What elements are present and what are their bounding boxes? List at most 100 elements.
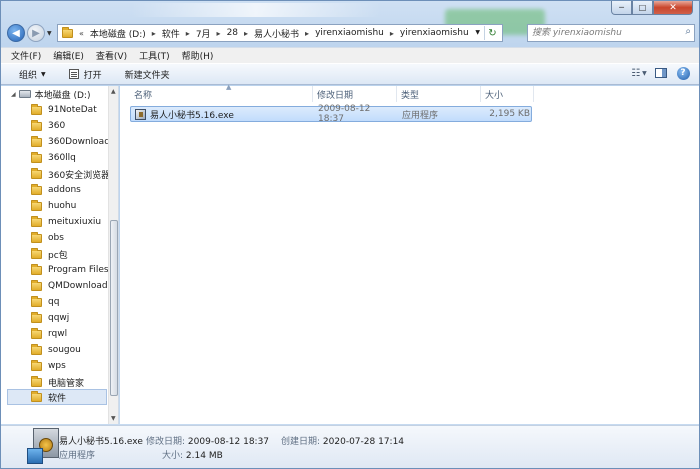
tree-item-folder[interactable]: QMDownload: [31, 278, 108, 294]
folder-icon: [31, 311, 42, 323]
tree-item-label: addons: [48, 185, 81, 195]
menu-help[interactable]: 帮助(H): [176, 49, 220, 62]
new-folder-button[interactable]: 新建文件夹: [111, 64, 179, 84]
column-header-size[interactable]: 大小: [481, 86, 534, 102]
forward-button[interactable]: ▶: [27, 24, 45, 42]
folder-icon: [31, 295, 42, 307]
refresh-button[interactable]: ↻: [484, 26, 500, 40]
details-created: 创建日期: 2020-07-28 17:14: [281, 434, 404, 447]
breadcrumb-separator[interactable]: ▸: [214, 29, 224, 38]
close-button[interactable]: ✕: [653, 1, 693, 15]
folder-icon: [31, 151, 42, 163]
tree-item-folder[interactable]: qq: [31, 294, 59, 310]
column-header-date[interactable]: 修改日期: [313, 86, 397, 102]
organize-button[interactable]: 组织 ▼: [1, 64, 55, 84]
breadcrumb-separator[interactable]: ▸: [183, 29, 193, 38]
tree-item-folder[interactable]: 360llq: [31, 150, 76, 166]
scroll-down-icon[interactable]: ▼: [111, 415, 116, 422]
tree-item-label: QMDownload: [48, 281, 108, 291]
breadcrumb-28[interactable]: 28: [224, 28, 241, 38]
tree-item-folder[interactable]: huohu: [31, 198, 76, 214]
refresh-icon: ↻: [488, 27, 497, 39]
breadcrumb-drive[interactable]: 本地磁盘 (D:): [87, 27, 149, 40]
tree-item-label: 电脑管家: [48, 378, 85, 389]
breadcrumb-software[interactable]: 软件: [159, 27, 183, 40]
address-overflow[interactable]: «: [76, 29, 87, 38]
forward-arrow-icon: ▶: [32, 27, 40, 39]
title-bar[interactable]: ─ □ ✕: [1, 1, 699, 35]
tree-item-label: 360llq: [48, 153, 76, 163]
tree-item-label: 本地磁盘 (D:): [34, 90, 91, 101]
menu-tools[interactable]: 工具(T): [133, 49, 176, 62]
tree-item-folder[interactable]: 360: [31, 118, 65, 134]
tree-item-label: pc包: [48, 250, 68, 261]
tree-item-label: 91NoteDat: [48, 105, 97, 115]
breadcrumb-separator[interactable]: ▸: [149, 29, 159, 38]
navigation-pane[interactable]: ◢ 本地磁盘 (D:) 91NoteDat 360 360Downloads 3…: [1, 86, 119, 424]
open-icon: [68, 69, 79, 79]
tree-item-folder[interactable]: addons: [31, 182, 81, 198]
help-icon: ?: [676, 66, 690, 80]
folder-icon: [31, 343, 42, 355]
search-box[interactable]: ⌕: [527, 24, 695, 42]
breadcrumb-separator[interactable]: ▸: [302, 29, 312, 38]
search-icon[interactable]: ⌕: [685, 26, 691, 37]
tree-item-selected-folder[interactable]: 软件: [7, 389, 107, 405]
file-row[interactable]: 易人小秘书5.16.exe 2009-08-12 18:37 应用程序 2,19…: [130, 104, 532, 124]
tree-item-folder[interactable]: meituxiuxiu: [31, 214, 101, 230]
breadcrumb-separator[interactable]: ▸: [387, 29, 397, 38]
preview-pane-icon: [655, 68, 667, 78]
tree-item-label: wps: [48, 361, 66, 371]
tree-item-folder[interactable]: sougou: [31, 342, 81, 358]
open-button[interactable]: 打开: [55, 64, 111, 84]
collapse-arrow-icon[interactable]: ◢: [11, 91, 16, 98]
sort-ascending-icon: ▲: [226, 83, 232, 91]
column-header-name[interactable]: 名称: [130, 86, 313, 102]
navigation-scrollbar[interactable]: ▲ ▼: [108, 86, 118, 424]
tree-item-folder[interactable]: Program Files: [31, 262, 109, 278]
folder-icon: [31, 231, 42, 243]
menu-file[interactable]: 文件(F): [5, 49, 47, 62]
breadcrumb-separator[interactable]: ▸: [241, 29, 251, 38]
tree-item-label: 软件: [48, 393, 67, 404]
icon-box-part: [27, 448, 43, 464]
minimize-button[interactable]: ─: [611, 1, 632, 15]
scrollbar-thumb[interactable]: [110, 220, 118, 396]
tree-item-folder[interactable]: 360Downloads: [31, 134, 115, 150]
column-header-type[interactable]: 类型: [397, 86, 481, 102]
change-view-button[interactable]: ☷ ▼: [631, 66, 647, 80]
menu-view[interactable]: 查看(V): [90, 49, 133, 62]
tree-item-drive-d[interactable]: ◢ 本地磁盘 (D:): [11, 86, 90, 102]
chevron-down-icon: ▼: [475, 29, 480, 36]
folder-icon: [31, 247, 42, 259]
tree-item-folder[interactable]: pc包: [31, 246, 68, 262]
breadcrumb-yirenxiaomishu-1[interactable]: yirenxiaomishu: [312, 28, 387, 38]
tree-item-folder[interactable]: 360安全浏览器: [31, 166, 110, 182]
tree-item-folder[interactable]: rqwl: [31, 326, 67, 342]
tree-item-folder[interactable]: obs: [31, 230, 64, 246]
address-bar[interactable]: « 本地磁盘 (D:) ▸ 软件 ▸ 7月 ▸ 28 ▸ 易人小秘书 ▸ yir…: [57, 24, 503, 42]
file-list[interactable]: ▲ 名称 修改日期 类型 大小 易人小秘书5.16.exe 2009-08-12…: [120, 83, 699, 424]
folder-icon: [31, 279, 42, 291]
recent-pages-dropdown[interactable]: ▼: [47, 30, 52, 37]
hard-drive-icon: [18, 90, 31, 98]
tree-item-folder[interactable]: qqwj: [31, 310, 69, 326]
breadcrumb-app[interactable]: 易人小秘书: [251, 27, 302, 40]
file-date: 2009-08-12 18:37: [318, 104, 371, 124]
tree-item-folder[interactable]: 电脑管家: [31, 374, 84, 390]
maximize-button[interactable]: □: [632, 1, 653, 15]
search-input[interactable]: [528, 25, 676, 41]
address-history-dropdown[interactable]: ▼: [475, 29, 480, 36]
tree-item-folder[interactable]: 91NoteDat: [31, 102, 97, 118]
chevron-down-icon: ▼: [41, 70, 46, 78]
preview-pane-button[interactable]: [653, 66, 669, 80]
menu-edit[interactable]: 编辑(E): [47, 49, 90, 62]
tree-item-label: obs: [48, 233, 64, 243]
tree-item-folder[interactable]: wps: [31, 358, 66, 374]
breadcrumb-yirenxiaomishu-2[interactable]: yirenxiaomishu: [397, 28, 472, 38]
folder-icon: [31, 103, 42, 115]
scroll-up-icon[interactable]: ▲: [111, 88, 116, 95]
breadcrumb-july[interactable]: 7月: [193, 27, 214, 40]
back-button[interactable]: ◀: [7, 24, 25, 42]
help-button[interactable]: ?: [675, 66, 691, 80]
